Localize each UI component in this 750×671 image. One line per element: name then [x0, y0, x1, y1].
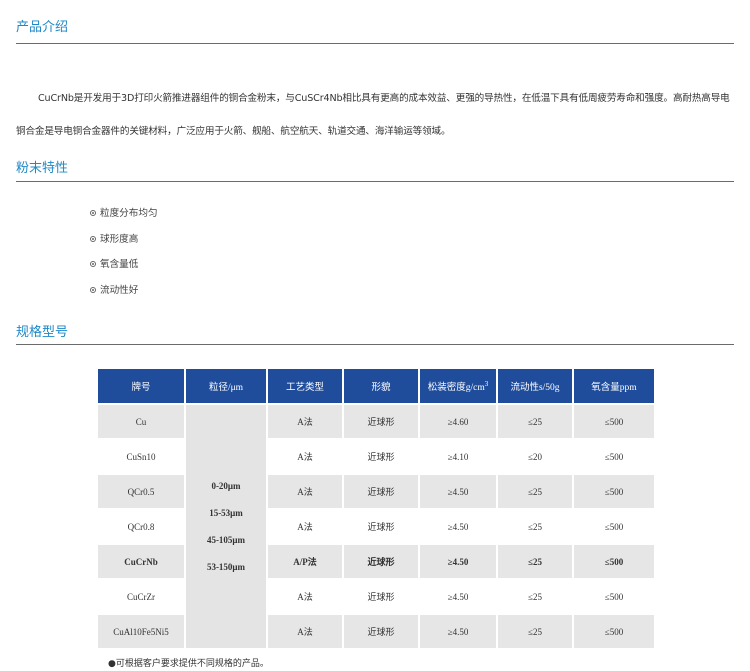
cell-morphology: 近球形: [344, 440, 418, 473]
table-row: CuSn10 A法 近球形 ≥4.10 ≤20 ≤500: [98, 440, 654, 473]
cell-grade: QCr0.8: [98, 510, 184, 543]
cell-oxygen: ≤500: [574, 510, 654, 543]
cell-morphology: 近球形: [344, 545, 418, 578]
list-item: 粒度分布均匀: [90, 206, 158, 232]
cell-flow: ≤25: [498, 615, 572, 648]
header-morphology: 形貌: [344, 369, 418, 403]
intro-paragraph: CuCrNb是开发用于3D打印火箭推进器组件的铜合金粉末，与CuSCr4Nb相比…: [16, 93, 730, 137]
header-density: 松装密度g/cm3: [420, 369, 496, 403]
table-row: QCr0.5 A法 近球形 ≥4.50 ≤25 ≤500: [98, 475, 654, 508]
spec-table: 牌号 粒径/μm 工艺类型 形貌 松装密度g/cm3 流动性s/50g 氧含量p…: [96, 367, 656, 650]
cell-process: A法: [268, 475, 342, 508]
cell-density: ≥4.50: [420, 475, 496, 508]
table-row: CuAl10Fe5Ni5 A法 近球形 ≥4.50 ≤25 ≤500: [98, 615, 654, 648]
cell-density: ≥4.60: [420, 405, 496, 438]
radio-bullet-icon: [90, 261, 96, 268]
cell-morphology: 近球形: [344, 615, 418, 648]
header-process: 工艺类型: [268, 369, 342, 403]
list-item: 流动性好: [90, 283, 158, 309]
list-item: 氧含量低: [90, 257, 158, 283]
cell-process: A法: [268, 580, 342, 613]
cell-flow: ≤25: [498, 510, 572, 543]
header-oxygen: 氧含量ppm: [574, 369, 654, 403]
cell-density: ≥4.50: [420, 510, 496, 543]
table-row: CuCrZr A法 近球形 ≥4.50 ≤25 ≤500: [98, 580, 654, 613]
cell-oxygen: ≤500: [574, 580, 654, 613]
radio-bullet-icon: [90, 210, 96, 216]
cell-oxygen: ≤500: [574, 615, 654, 648]
cell-process: A法: [268, 615, 342, 648]
cell-grade: QCr0.5: [98, 475, 184, 508]
footnote: ●可根据客户要求提供不同规格的产品。: [108, 659, 269, 669]
section-title-intro: 产品介绍: [16, 20, 69, 35]
table-header-row: 牌号 粒径/μm 工艺类型 形貌 松装密度g/cm3 流动性s/50g 氧含量p…: [98, 369, 654, 403]
cell-process: A法: [268, 405, 342, 438]
feature-label: 球形度高: [100, 233, 139, 245]
cell-density: ≥4.50: [420, 615, 496, 648]
cell-flow: ≤25: [498, 545, 572, 578]
table-row: Cu 0-20μm 15-53μm 45-105μm 53-150μm A法 近…: [98, 405, 654, 648]
header-size: 粒径/μm: [186, 369, 266, 403]
feature-label: 氧含量低: [100, 259, 139, 271]
cell-oxygen: ≤500: [574, 405, 654, 438]
table-row: QCr0.8 A法 近球形 ≥4.50 ≤25 ≤500: [98, 510, 654, 543]
section-title-spec: 规格型号: [16, 325, 69, 340]
cell-flow: ≤25: [498, 580, 572, 613]
cell-morphology: 近球形: [344, 405, 418, 438]
radio-bullet-icon: [90, 235, 96, 242]
cell-density: ≥4.50: [420, 580, 496, 613]
cell-oxygen: ≤500: [574, 545, 654, 578]
feature-list: 粒度分布均匀 球形度高 氧含量低 流动性好: [90, 206, 158, 309]
cell-morphology: 近球形: [344, 580, 418, 613]
cell-size-range: 0-20μm 15-53μm 45-105μm 53-150μm: [186, 405, 266, 648]
list-item: 球形度高: [90, 232, 158, 258]
header-grade: 牌号: [98, 369, 184, 403]
cell-grade: CuCrNb: [98, 545, 184, 578]
cell-grade: Cu: [98, 405, 184, 438]
cell-grade: CuCrZr: [98, 580, 184, 613]
cell-density: ≥4.50: [420, 545, 496, 578]
cell-process: A法: [268, 440, 342, 473]
divider-powder: [16, 181, 734, 182]
cell-density: ≥4.10: [420, 440, 496, 473]
feature-label: 粒度分布均匀: [100, 208, 158, 219]
cell-oxygen: ≤500: [574, 440, 654, 473]
table-row-highlighted: CuCrNb A/P法 近球形 ≥4.50 ≤25 ≤500: [98, 545, 654, 578]
cell-process: A/P法: [268, 545, 342, 578]
cell-flow: ≤20: [498, 440, 572, 473]
radio-bullet-icon: [90, 287, 96, 294]
cell-grade: CuSn10: [98, 440, 184, 473]
cell-flow: ≤25: [498, 475, 572, 508]
cell-flow: ≤25: [498, 405, 572, 438]
cell-grade: CuAl10Fe5Ni5: [98, 615, 184, 648]
cell-morphology: 近球形: [344, 510, 418, 543]
feature-label: 流动性好: [100, 285, 139, 297]
cell-oxygen: ≤500: [574, 475, 654, 508]
divider-intro: [16, 43, 734, 44]
cell-process: A法: [268, 510, 342, 543]
header-flow: 流动性s/50g: [498, 369, 572, 403]
divider-spec: [16, 344, 734, 345]
section-title-powder: 粉末特性: [16, 161, 69, 176]
cell-morphology: 近球形: [344, 475, 418, 508]
